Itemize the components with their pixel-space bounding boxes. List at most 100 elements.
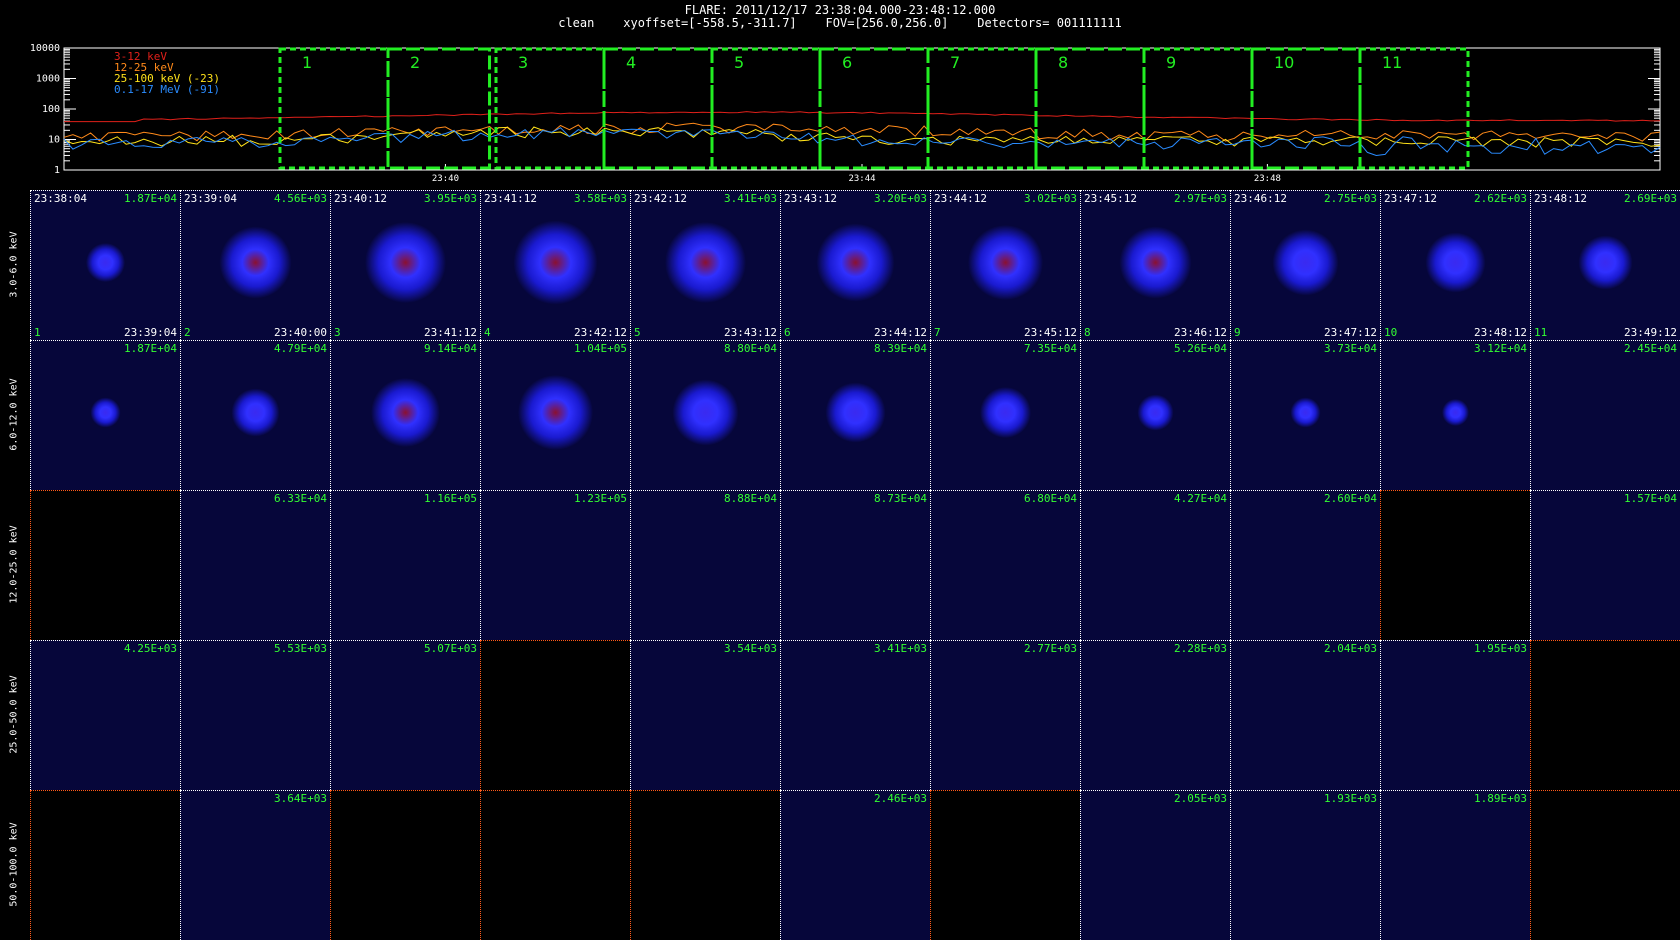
cell-peak-count: 5.26E+04 [1174, 342, 1227, 355]
interval-box-4 [602, 47, 714, 170]
image-grid: 3.0-6.0 keV 23:38:04 23:39:04 1 1.87E+04 23:3… [0, 190, 1680, 940]
interval-box-5 [710, 47, 822, 170]
cell-start-time: 23:42:12 [634, 192, 687, 205]
cell-interval-index: 10 [1384, 326, 1398, 339]
image-cell: 1.23E+05 [480, 490, 630, 640]
cell-peak-count: 4.56E+03 [274, 192, 327, 205]
image-cell: 3.73E+04 [1230, 340, 1380, 490]
image-cell: 4.25E+03 [30, 640, 180, 790]
image-cell: 5.07E+03 [330, 640, 480, 790]
cell-peak-count: 6.80E+04 [1024, 492, 1077, 505]
cell-interval-index: 8 [1084, 326, 1091, 339]
image-parameters: clean xyoffset=[-558.5,-311.7] FOV=[256.… [558, 16, 1122, 30]
y-tick-label: 100 [42, 104, 60, 115]
image-cell [1530, 640, 1680, 790]
image-cell: 1.93E+03 [1230, 790, 1380, 940]
image-cell: 5.26E+04 [1080, 340, 1230, 490]
image-cell: 1.95E+03 [1380, 640, 1530, 790]
row-label-energy: 3.0-6.0 keV [8, 231, 20, 298]
cell-peak-count: 1.95E+03 [1474, 642, 1527, 655]
interval-box-2 [386, 47, 492, 170]
cell-end-time: 23:40:00 [274, 326, 327, 339]
image-cell: 1.87E+04 [30, 340, 180, 490]
cell-start-time: 23:47:12 [1384, 192, 1437, 205]
image-cell: 1.57E+04 [1530, 490, 1680, 640]
image-cell: 23:39:04 23:40:00 2 4.56E+03 [180, 190, 330, 340]
row-label-energy: 25.0-50.0 keV [8, 675, 20, 754]
cell-end-time: 23:48:12 [1474, 326, 1527, 339]
cell-peak-count: 1.57E+04 [1624, 492, 1677, 505]
interval-label-3: 3 [518, 53, 528, 72]
interval-box-10 [1250, 47, 1362, 170]
interval-box-11 [1358, 47, 1470, 170]
image-cell [30, 790, 180, 940]
cell-peak-count: 2.60E+04 [1324, 492, 1377, 505]
image-cell: 23:42:12 23:43:12 5 3.41E+03 [630, 190, 780, 340]
cell-peak-count: 3.54E+03 [724, 642, 777, 655]
plot-header: FLARE: 2011/12/17 23:38:04.000-23:48:12.… [0, 4, 1680, 30]
image-cell: 23:48:12 23:49:12 11 2.69E+03 [1530, 190, 1680, 340]
cell-start-time: 23:46:12 [1234, 192, 1287, 205]
cell-end-time: 23:42:12 [574, 326, 627, 339]
image-cell [1530, 790, 1680, 940]
image-cell: 7.35E+04 [930, 340, 1080, 490]
image-cell: 3.12E+04 [1380, 340, 1530, 490]
image-cell: 2.28E+03 [1080, 640, 1230, 790]
row-label-energy: 12.0-25.0 keV [8, 525, 20, 604]
y-tick-label: 1000 [36, 74, 60, 85]
series-line-1 [64, 111, 1661, 123]
interval-label-1: 1 [302, 53, 312, 72]
cell-peak-count: 1.04E+05 [574, 342, 627, 355]
image-cell: 6.80E+04 [930, 490, 1080, 640]
cell-peak-count: 1.87E+04 [124, 342, 177, 355]
cell-peak-count: 2.04E+03 [1324, 642, 1377, 655]
cell-peak-count: 8.88E+04 [724, 492, 777, 505]
cell-interval-index: 3 [334, 326, 341, 339]
cell-start-time: 23:40:12 [334, 192, 387, 205]
interval-label-10: 10 [1274, 53, 1294, 72]
interval-box-6 [818, 47, 930, 170]
series-line-4 [63, 127, 1661, 157]
interval-box-8 [1034, 47, 1146, 170]
cell-start-time: 23:38:04 [34, 192, 87, 205]
cell-interval-index: 11 [1534, 326, 1548, 339]
cell-end-time: 23:44:12 [874, 326, 927, 339]
cell-peak-count: 3.20E+03 [874, 192, 927, 205]
cell-start-time: 23:45:12 [1084, 192, 1137, 205]
image-cell: 23:46:12 23:47:12 9 2.75E+03 [1230, 190, 1380, 340]
interval-label-9: 9 [1166, 53, 1176, 72]
cell-peak-count: 9.14E+04 [424, 342, 477, 355]
cell-peak-count: 4.79E+04 [274, 342, 327, 355]
image-cell: 23:38:04 23:39:04 1 1.87E+04 [30, 190, 180, 340]
cell-peak-count: 2.77E+03 [1024, 642, 1077, 655]
image-cell: 23:47:12 23:48:12 10 2.62E+03 [1380, 190, 1530, 340]
image-cell: 2.04E+03 [1230, 640, 1380, 790]
interval-label-8: 8 [1058, 53, 1068, 72]
x-tick-label: 23:44 [848, 174, 875, 184]
image-cell: 1.16E+05 [330, 490, 480, 640]
image-cell: 2.60E+04 [1230, 490, 1380, 640]
cell-start-time: 23:43:12 [784, 192, 837, 205]
row-label-energy: 6.0-12.0 keV [8, 378, 20, 451]
image-cell: 6.33E+04 [180, 490, 330, 640]
cell-peak-count: 1.16E+05 [424, 492, 477, 505]
cell-peak-count: 5.07E+03 [424, 642, 477, 655]
image-cell: 5.53E+03 [180, 640, 330, 790]
cell-start-time: 23:44:12 [934, 192, 987, 205]
x-tick-label: 23:48 [1254, 174, 1281, 184]
cell-peak-count: 8.80E+04 [724, 342, 777, 355]
cell-peak-count: 2.28E+03 [1174, 642, 1227, 655]
image-cell: 8.73E+04 [780, 490, 930, 640]
cell-end-time: 23:46:12 [1174, 326, 1227, 339]
y-tick-label: 10 [48, 135, 60, 146]
interval-label-5: 5 [734, 53, 744, 72]
cell-interval-index: 4 [484, 326, 491, 339]
cell-interval-index: 9 [1234, 326, 1241, 339]
image-cell: 4.27E+04 [1080, 490, 1230, 640]
y-tick-label: 10000 [30, 44, 60, 54]
cell-interval-index: 2 [184, 326, 191, 339]
interval-label-6: 6 [842, 53, 852, 72]
cell-peak-count: 3.12E+04 [1474, 342, 1527, 355]
cell-interval-index: 5 [634, 326, 641, 339]
image-cell [630, 790, 780, 940]
